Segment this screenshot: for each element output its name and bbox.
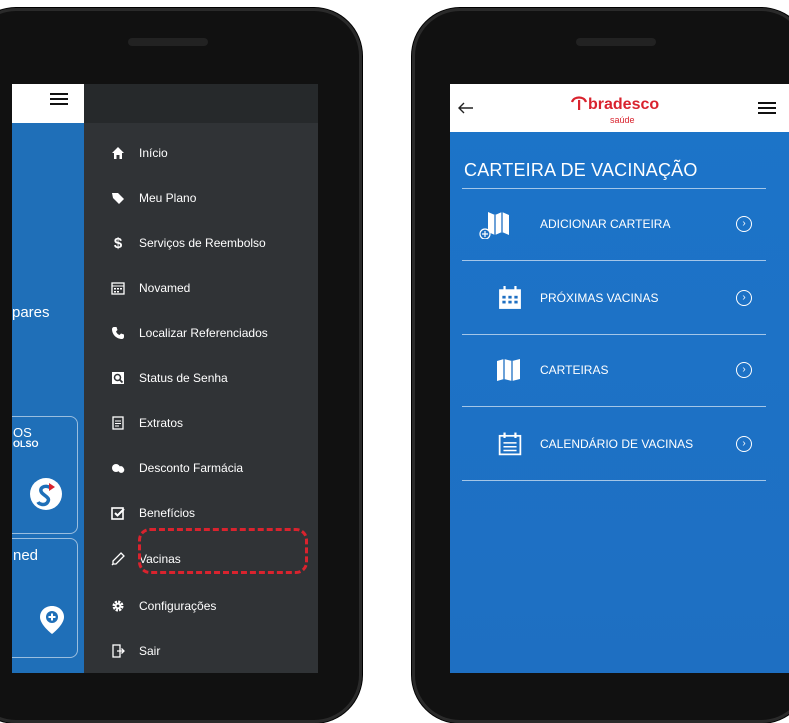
- gear-icon: [110, 598, 126, 614]
- reembolso-card[interactable]: OS OLSO: [12, 416, 78, 534]
- app-header: bradesco saúde: [450, 84, 789, 132]
- menu-item-label: Extratos: [139, 416, 184, 430]
- row-label: PRÓXIMAS VACINAS: [540, 291, 659, 305]
- menu-item-inicio[interactable]: Início: [110, 139, 168, 167]
- menu-item-servicos-reembolso[interactable]: $ Serviços de Reembolso: [110, 229, 266, 257]
- menu-item-configuracoes[interactable]: Configurações: [110, 592, 216, 620]
- checkbox-icon: [110, 505, 126, 521]
- menu-item-status-senha[interactable]: Status de Senha: [110, 364, 228, 392]
- calendar-grid-icon: [499, 286, 521, 309]
- menu-item-label: Desconto Farmácia: [139, 461, 244, 475]
- row-label: CALENDÁRIO DE VACINAS: [540, 437, 694, 451]
- brand-logo: bradesco saúde: [570, 94, 670, 128]
- row-label: CARTEIRAS: [540, 363, 609, 377]
- calendar-icon: [110, 280, 126, 296]
- earpiece: [576, 38, 656, 46]
- add-card-icon: [479, 212, 509, 239]
- hamburger-menu-icon[interactable]: [758, 102, 776, 114]
- divider: [462, 406, 766, 407]
- row-proximas-vacinas[interactable]: PRÓXIMAS VACINAS ›: [450, 278, 789, 318]
- calendar-list-icon: [498, 432, 522, 456]
- row-carteiras[interactable]: CARTEIRAS ›: [450, 350, 789, 390]
- brand-name: bradesco: [588, 96, 660, 113]
- row-label: ADICIONAR CARTEIRA: [540, 217, 671, 231]
- menu-item-sair[interactable]: Sair: [110, 637, 160, 665]
- divider: [462, 188, 766, 189]
- row-calendario-vacinas[interactable]: CALENDÁRIO DE VACINAS ›: [450, 424, 789, 464]
- chevron-right-icon: ›: [736, 436, 752, 452]
- menu-item-label: Sair: [139, 644, 161, 658]
- location-plus-icon: [40, 606, 64, 634]
- divider: [462, 480, 766, 481]
- tag-icon: [110, 190, 126, 206]
- home-icon: [110, 145, 126, 161]
- menu-item-localizar-referenciados[interactable]: Localizar Referenciados: [110, 319, 268, 347]
- drawer-header: [84, 84, 318, 123]
- menu-item-desconto-farmacia[interactable]: Desconto Farmácia: [110, 454, 243, 482]
- divider: [462, 334, 766, 335]
- right-screen: bradesco saúde CARTEIRA DE VACINAÇÃO ADI…: [450, 84, 789, 673]
- menu-item-meu-plano[interactable]: Meu Plano: [110, 184, 196, 212]
- menu-item-label: Meu Plano: [139, 191, 197, 205]
- menu-item-label: Benefícios: [139, 506, 196, 520]
- map-icon: [497, 359, 520, 381]
- divider: [462, 260, 766, 261]
- syringe-icon: [110, 551, 126, 567]
- menu-item-label: Novamed: [139, 281, 191, 295]
- pills-icon: [110, 460, 126, 476]
- chevron-right-icon: ›: [736, 290, 752, 306]
- menu-item-novamed[interactable]: Novamed: [110, 274, 190, 302]
- background-text: pares: [12, 304, 50, 321]
- row-adicionar-carteira[interactable]: ADICIONAR CARTEIRA ›: [450, 204, 789, 244]
- right-phone: bradesco saúde CARTEIRA DE VACINAÇÃO ADI…: [412, 8, 789, 723]
- exit-icon: [110, 643, 126, 659]
- menu-item-beneficios[interactable]: Benefícios: [110, 499, 195, 527]
- menu-item-label: Status de Senha: [139, 371, 228, 385]
- navigation-drawer: Início Meu Plano $ Serviços de Reembolso…: [84, 84, 318, 673]
- brand-sub: saúde: [610, 115, 635, 125]
- page-title: CARTEIRA DE VACINAÇÃO: [464, 160, 698, 180]
- bradesco-logo-icon: [570, 96, 588, 110]
- earpiece: [128, 38, 208, 46]
- app-bar: [12, 84, 84, 123]
- hamburger-menu-icon[interactable]: [50, 93, 68, 105]
- menu-item-label: Configurações: [139, 599, 217, 613]
- dollar-icon: $: [113, 234, 123, 252]
- card-text: OS: [13, 425, 32, 440]
- left-screen: pares OS OLSO ned Início Meu Plano $ Ser…: [12, 84, 318, 673]
- vacinas-highlight: [138, 528, 308, 574]
- chevron-right-icon: ›: [736, 362, 752, 378]
- menu-item-label: Localizar Referenciados: [139, 326, 268, 340]
- phone-icon: [110, 325, 126, 341]
- menu-item-label: Serviços de Reembolso: [139, 236, 266, 250]
- card-text: OLSO: [13, 439, 39, 449]
- search-doc-icon: [110, 370, 126, 386]
- card-text: ned: [13, 547, 39, 564]
- novamed-card[interactable]: ned: [12, 538, 78, 658]
- chevron-right-icon: ›: [736, 216, 752, 232]
- menu-item-label: Início: [139, 146, 168, 160]
- back-arrow-icon[interactable]: [458, 102, 474, 114]
- reembolso-icon: [30, 478, 62, 510]
- left-phone: pares OS OLSO ned Início Meu Plano $ Ser…: [0, 8, 362, 723]
- menu-item-extratos[interactable]: Extratos: [110, 409, 183, 437]
- document-icon: [110, 415, 126, 431]
